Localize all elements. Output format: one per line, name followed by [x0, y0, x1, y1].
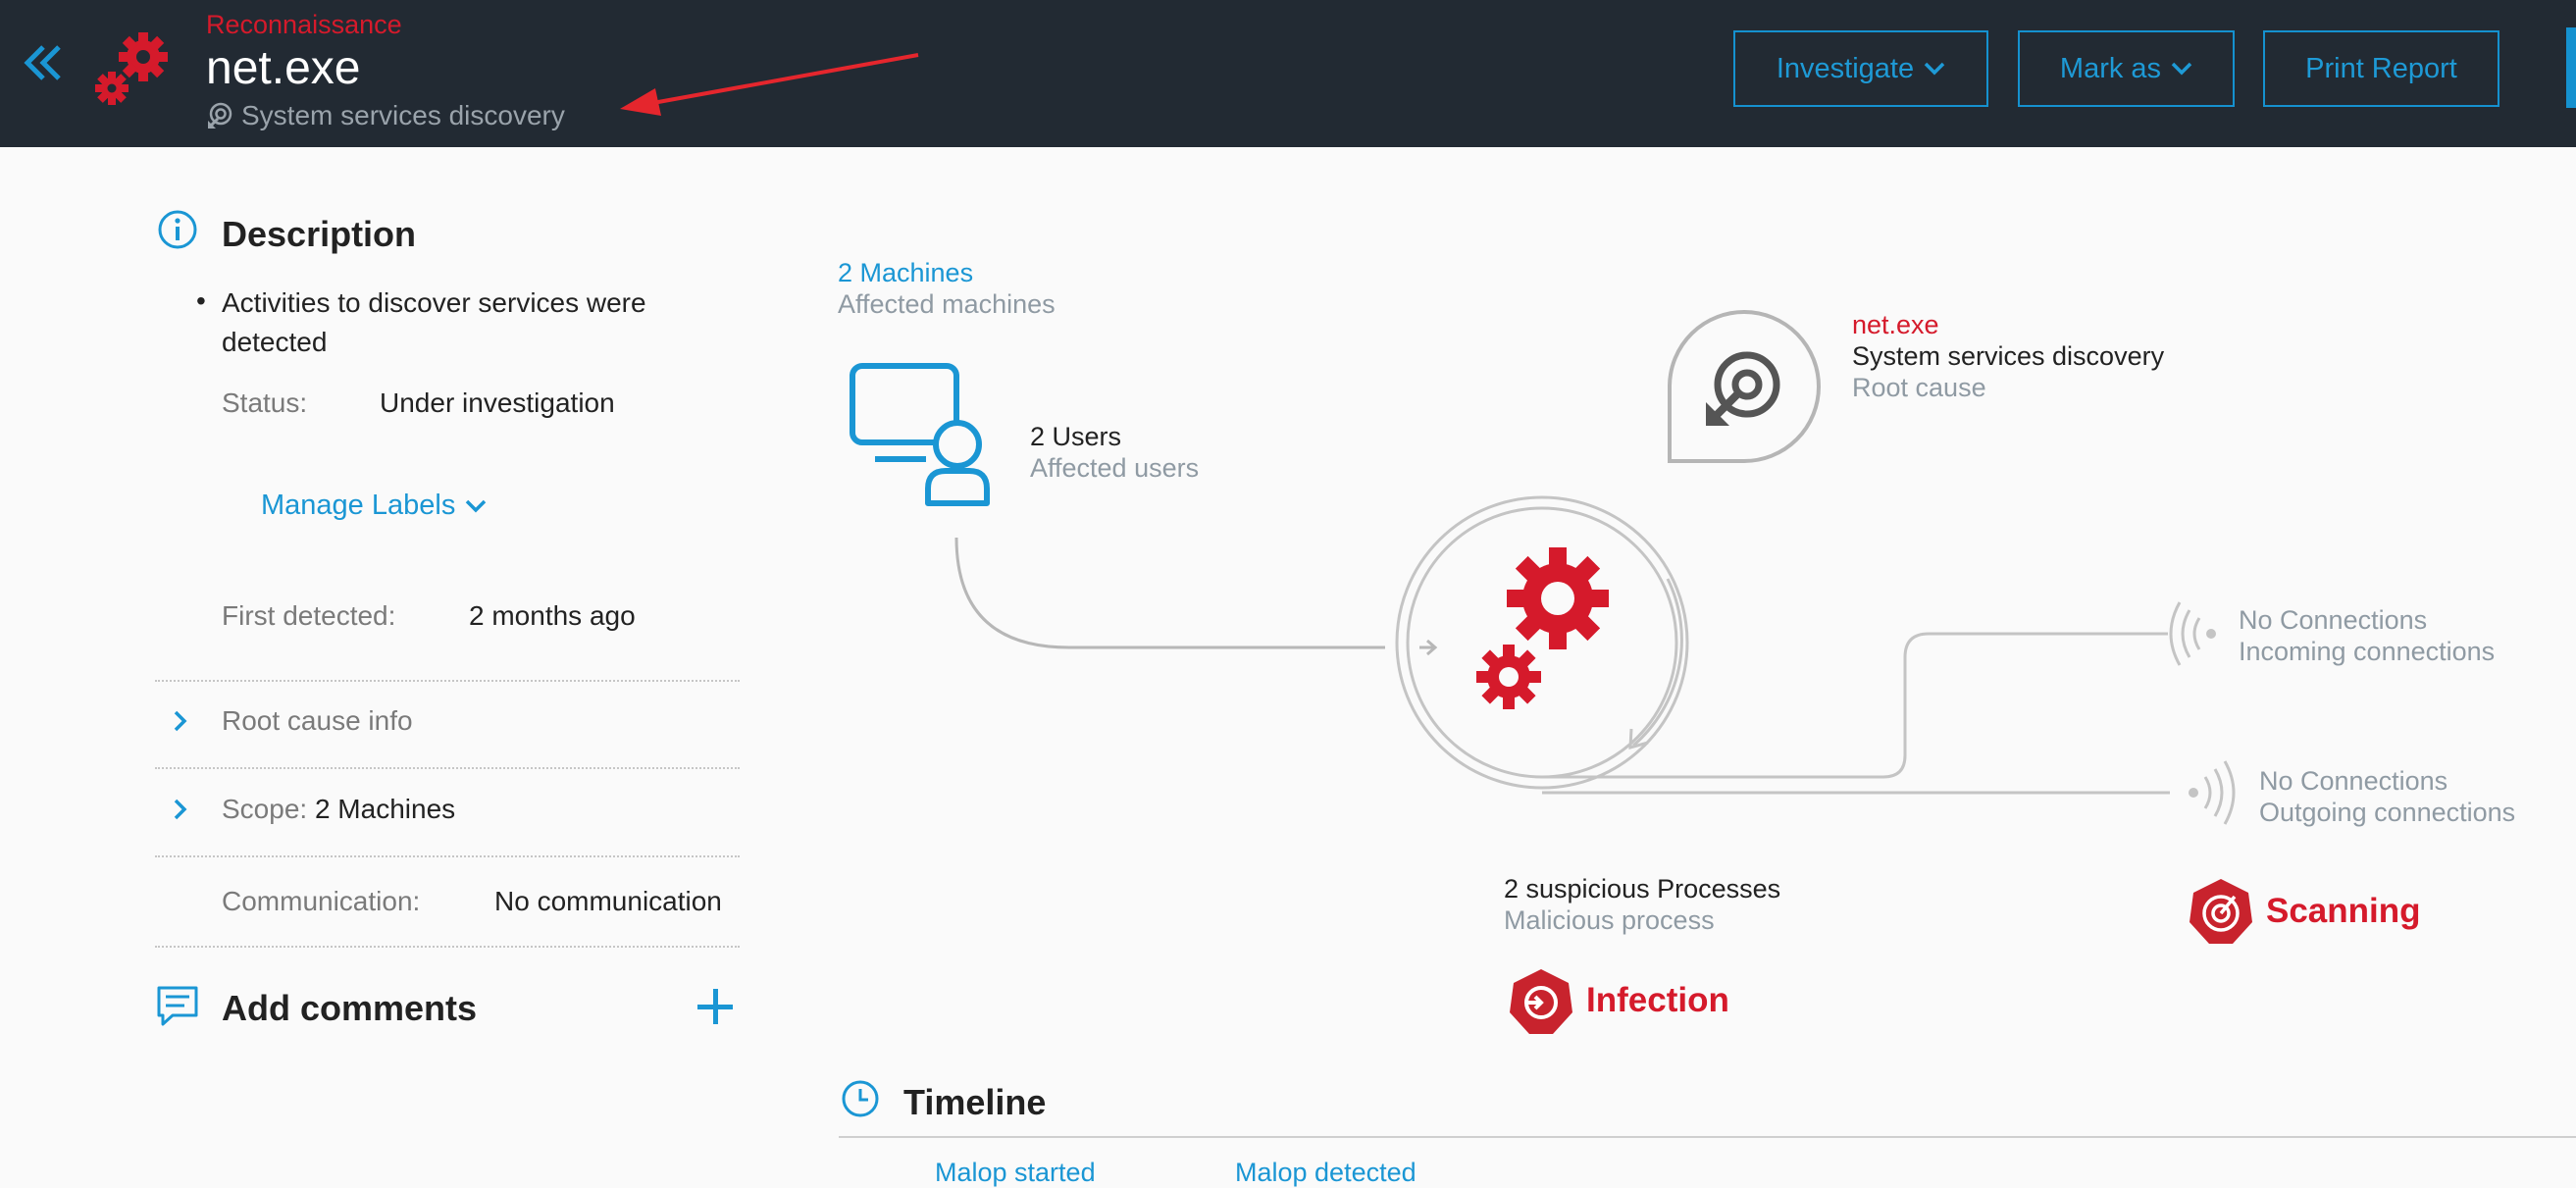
machines-count[interactable]: 2 Machines: [838, 258, 973, 288]
timeline-heading: Timeline: [903, 1082, 1047, 1122]
incoming-connection-icon: [2169, 601, 2216, 666]
infection-label: Infection: [1586, 981, 1729, 1019]
users-label: Affected users: [1030, 453, 1200, 483]
infection-icon: [1510, 969, 1572, 1034]
process-gears-icon[interactable]: [1471, 544, 1619, 716]
root-cause-description: System services discovery: [1852, 341, 2165, 371]
outgoing-connection-icon: [2189, 760, 2236, 825]
malop-detected-link[interactable]: Malop detected: [1235, 1158, 1417, 1188]
incoming-connections-title: No Connections: [2239, 605, 2428, 635]
outgoing-connections-title: No Connections: [2259, 766, 2448, 796]
machines-label: Affected machines: [838, 289, 1056, 319]
machine-user-icon[interactable]: [848, 361, 995, 508]
scanning-label: Scanning: [2266, 892, 2421, 930]
processes-label: Malicious process: [1504, 905, 1715, 935]
users-count[interactable]: 2 Users: [1030, 422, 1121, 452]
processes-count[interactable]: 2 suspicious Processes: [1504, 874, 1780, 904]
root-cause-name[interactable]: net.exe: [1852, 310, 1939, 340]
malop-started-link[interactable]: Malop started: [935, 1158, 1096, 1188]
malop-graph-lines: [839, 495, 2576, 1138]
outgoing-connections-label: Outgoing connections: [2259, 798, 2516, 827]
incoming-connections-label: Incoming connections: [2239, 637, 2496, 666]
root-cause-icon[interactable]: [1665, 306, 1824, 465]
clock-icon: [842, 1080, 879, 1117]
scanning-icon: [2190, 879, 2252, 944]
root-cause-label: Root cause: [1852, 373, 1986, 402]
